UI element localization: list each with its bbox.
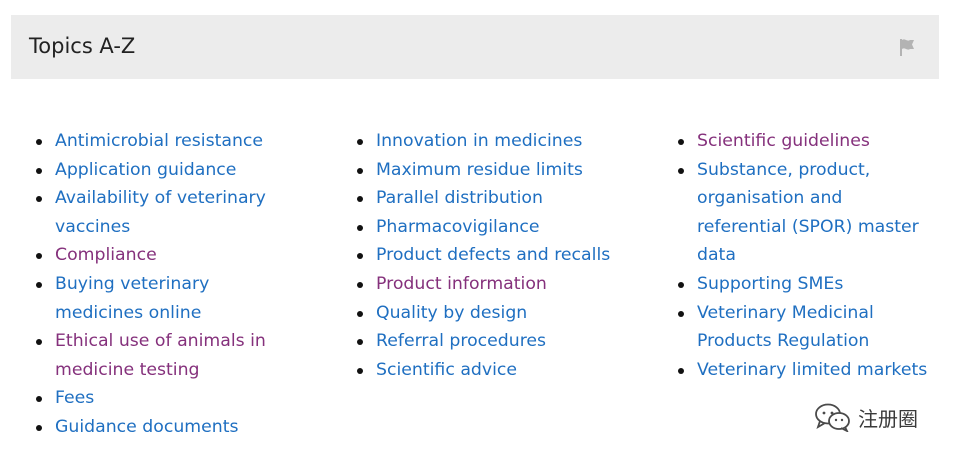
topic-link-text: organisation and	[697, 188, 843, 209]
topic-list-item: Quality by design	[357, 299, 610, 328]
topic-link-text: Products Regulation	[697, 331, 870, 352]
topic-link[interactable]: Supporting SMEs	[697, 274, 843, 294]
topic-list-item: Product defects and recalls	[357, 241, 610, 270]
topic-list-item: Innovation in medicines	[357, 127, 610, 156]
topic-list-item: Availability of veterinary vaccines	[36, 184, 266, 241]
topic-link[interactable]: Product information	[376, 274, 547, 294]
topic-link[interactable]: Guidance documents	[55, 417, 238, 437]
topics-column-2: Innovation in medicines Maximum residue l…	[357, 127, 610, 384]
topic-link-text: Veterinary Medicinal	[697, 302, 874, 323]
topic-link-text: Guidance documents	[55, 416, 239, 437]
topic-link-text: Product defects and recalls	[376, 245, 611, 266]
topic-link[interactable]: Fees	[55, 388, 94, 408]
topic-link-text: Antimicrobial resistance	[55, 131, 264, 151]
topic-link-text: Veterinary limited markets	[697, 359, 928, 380]
topic-link[interactable]: Scientific advice	[376, 360, 517, 380]
topic-link-text: Substance, product,	[697, 159, 871, 180]
topic-link[interactable]: Innovation in medicines	[376, 131, 582, 151]
topic-link[interactable]: Product defects and recalls	[376, 245, 610, 265]
watermark-text: 注册圈	[858, 406, 918, 431]
topic-link-text: Supporting SMEs	[697, 273, 844, 294]
topic-link-text: Product information	[376, 273, 547, 294]
topic-link-text: Scientific guidelines	[697, 131, 870, 151]
topic-link-text: Quality by design	[376, 302, 528, 323]
topic-link[interactable]: Veterinary limited markets	[697, 360, 927, 380]
topic-link[interactable]: Substance, product, organisation and refer…	[697, 160, 919, 266]
topic-link-text: Ethical use of animals in	[55, 331, 266, 352]
topic-link[interactable]: Maximum residue limits	[376, 160, 583, 180]
topic-list-item: Application guidance	[36, 156, 266, 185]
topic-list-item: Pharmacovigilance	[357, 213, 610, 242]
topic-list-item: Supporting SMEs	[678, 270, 927, 299]
topic-link[interactable]: Quality by design	[376, 303, 527, 323]
topic-link[interactable]: Application guidance	[55, 160, 236, 180]
topic-link[interactable]: Pharmacovigilance	[376, 217, 540, 237]
topics-header: Topics A-Z	[11, 15, 939, 79]
topic-link-text: Referral procedures	[376, 331, 547, 352]
topic-link[interactable]: Parallel distribution	[376, 188, 543, 208]
topic-link-text: Fees	[55, 388, 95, 409]
topic-list-item: Compliance	[36, 241, 266, 270]
topic-link[interactable]: Buying veterinary medicines online	[55, 274, 209, 323]
watermark: 注册圈	[814, 401, 918, 433]
topic-link[interactable]: Availability of veterinary vaccines	[55, 188, 266, 237]
topic-link-text: Buying veterinary	[55, 273, 210, 294]
topic-list-item: Buying veterinary medicines online	[36, 270, 266, 327]
topic-link[interactable]: Veterinary Medicinal Products Regulation	[697, 303, 874, 352]
topic-list-item: Substance, product, organisation and refer…	[678, 156, 927, 270]
topic-link-text: Pharmacovigilance	[376, 216, 540, 237]
topic-link[interactable]: Antimicrobial resistance	[55, 131, 263, 151]
topic-list-item: Veterinary limited markets	[678, 356, 927, 385]
page-title: Topics A-Z	[29, 34, 136, 58]
topic-list-item: Parallel distribution	[357, 184, 610, 213]
topic-list-item: Antimicrobial resistance	[36, 127, 266, 156]
topic-link-text: medicines online	[55, 302, 202, 323]
topic-link-text: Compliance	[55, 245, 157, 266]
topic-list-item: Scientific advice	[357, 356, 610, 385]
topic-list-item: Product information	[357, 270, 610, 299]
topic-link-text: Application guidance	[55, 159, 237, 180]
wechat-icon	[815, 403, 850, 432]
topic-link[interactable]: Ethical use of animals in medicine testin…	[55, 331, 266, 380]
topic-link-text: Scientific advice	[376, 359, 518, 380]
topics-column-1: Antimicrobial resistance Application guid…	[36, 127, 266, 442]
topic-link-text: referential (SPOR) master	[697, 216, 919, 237]
topic-link-text: data	[697, 245, 736, 266]
topic-list-item: Referral procedures	[357, 327, 610, 356]
topic-link-text: Availability of veterinary	[55, 188, 266, 209]
topic-list-item: Fees	[36, 384, 266, 413]
topic-list-item: Guidance documents	[36, 413, 266, 442]
flag-icon[interactable]	[897, 37, 917, 57]
topic-list-item: Scientific guidelines	[678, 127, 927, 156]
topic-list-item: Ethical use of animals in medicine testin…	[36, 327, 266, 384]
topic-link-text: medicine testing	[55, 359, 200, 380]
topic-link[interactable]: Compliance	[55, 245, 157, 265]
topics-column-3: Scientific guidelines Substance, product,…	[678, 127, 927, 384]
topic-list-item: Maximum residue limits	[357, 156, 610, 185]
topic-link[interactable]: Referral procedures	[376, 331, 546, 351]
topic-link-text: Parallel distribution	[376, 188, 543, 209]
topic-list-item: Veterinary Medicinal Products Regulation	[678, 299, 927, 356]
topic-link-text: Innovation in medicines	[376, 131, 583, 151]
topic-link-text: vaccines	[55, 216, 131, 237]
topic-link-text: Maximum residue limits	[376, 159, 583, 180]
topic-link[interactable]: Scientific guidelines	[697, 131, 870, 151]
